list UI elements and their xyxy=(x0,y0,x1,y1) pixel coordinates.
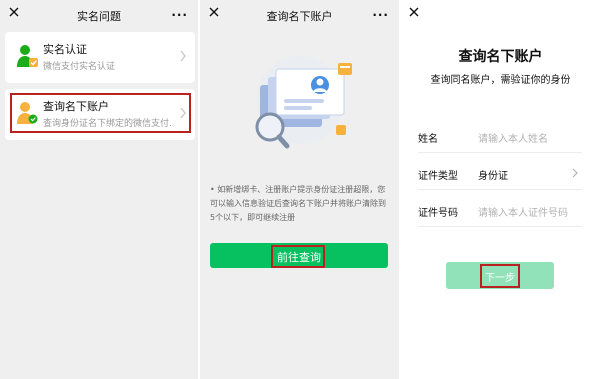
id-card-search-illustration xyxy=(255,56,352,149)
field-label: 证件类型 xyxy=(418,171,458,182)
nav-bar: 实名问题 ··· xyxy=(0,0,198,30)
verified-user-icon xyxy=(17,45,38,67)
nav-bar: 查询名下账户 ··· xyxy=(200,0,399,30)
highlight-box xyxy=(10,93,191,133)
id-type-value[interactable]: 身份证 xyxy=(478,167,508,182)
list-item-real-name-verification[interactable]: 实名认证 微信支付实名认证 xyxy=(5,32,195,83)
id-number-input-placeholder[interactable]: 请输入本人证件号码 xyxy=(478,204,568,219)
nav-title: 实名问题 xyxy=(77,10,121,23)
query-accounts-intro-screen: 查询名下账户 ··· • 如新增绑卡、注册账户提示身份证注册超限，您可以输入信息… xyxy=(200,0,399,379)
name-input-placeholder[interactable]: 请输入本人姓名 xyxy=(478,130,548,145)
more-icon[interactable]: ··· xyxy=(372,8,389,22)
chevron-right-icon xyxy=(180,50,186,62)
close-icon[interactable] xyxy=(406,4,422,20)
id-type-field[interactable]: 证件类型 身份证 xyxy=(418,158,582,190)
field-label: 证件号码 xyxy=(418,208,458,219)
page-subtitle: 查询同名账户，需验证你的身份 xyxy=(430,75,571,86)
identity-verification-screen: 查询名下账户 查询同名账户，需验证你的身份 姓名 请输入本人姓名 证件类型 身份… xyxy=(401,0,600,379)
page-title: 查询名下账户 xyxy=(458,49,543,65)
list-item-subtitle: 微信支付实名认证 xyxy=(43,62,116,72)
notice-text: • 如新增绑卡、注册账户提示身份证注册超限，您可以输入信息验证后查询名下账户并将… xyxy=(210,185,386,222)
id-number-field[interactable]: 证件号码 请输入本人证件号码 xyxy=(418,195,582,227)
highlight-box xyxy=(271,245,325,268)
name-field[interactable]: 姓名 请输入本人姓名 xyxy=(418,121,582,153)
field-label: 姓名 xyxy=(418,134,438,145)
screenshot-stage: 实名问题 ··· 实名认证 微信支付实名认证 查询名下账户 查询身份证名下绑定的… xyxy=(0,0,600,379)
real-name-issues-screen: 实名问题 ··· 实名认证 微信支付实名认证 查询名下账户 查询身份证名下绑定的… xyxy=(0,0,198,379)
nav-title: 查询名下账户 xyxy=(266,10,333,23)
list-item-title: 实名认证 xyxy=(43,43,87,56)
more-icon[interactable]: ··· xyxy=(171,8,188,22)
highlight-box xyxy=(480,264,520,288)
chevron-right-icon xyxy=(572,168,578,178)
